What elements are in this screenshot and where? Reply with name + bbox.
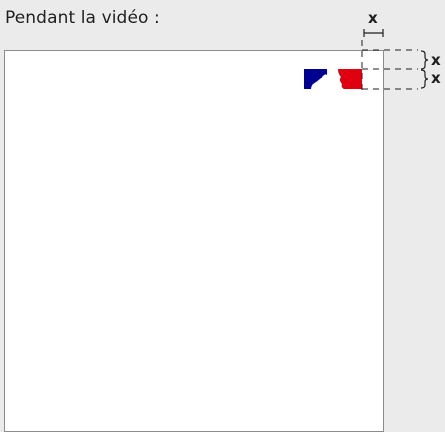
republique-francaise-flag-logo <box>304 69 362 89</box>
vertical-margin-label-top: x <box>431 51 441 69</box>
margin-guides <box>361 40 418 91</box>
horizontal-dimension-bracket <box>363 29 384 37</box>
horizontal-margin-label: x <box>368 9 378 27</box>
margin-diagram: x x x <box>304 9 441 91</box>
brace-top <box>420 50 429 70</box>
vertical-dimension-braces <box>420 50 429 89</box>
flag-red-panel <box>338 69 362 89</box>
vertical-margin-label-bottom: x <box>431 69 441 87</box>
brace-bottom <box>420 69 429 89</box>
